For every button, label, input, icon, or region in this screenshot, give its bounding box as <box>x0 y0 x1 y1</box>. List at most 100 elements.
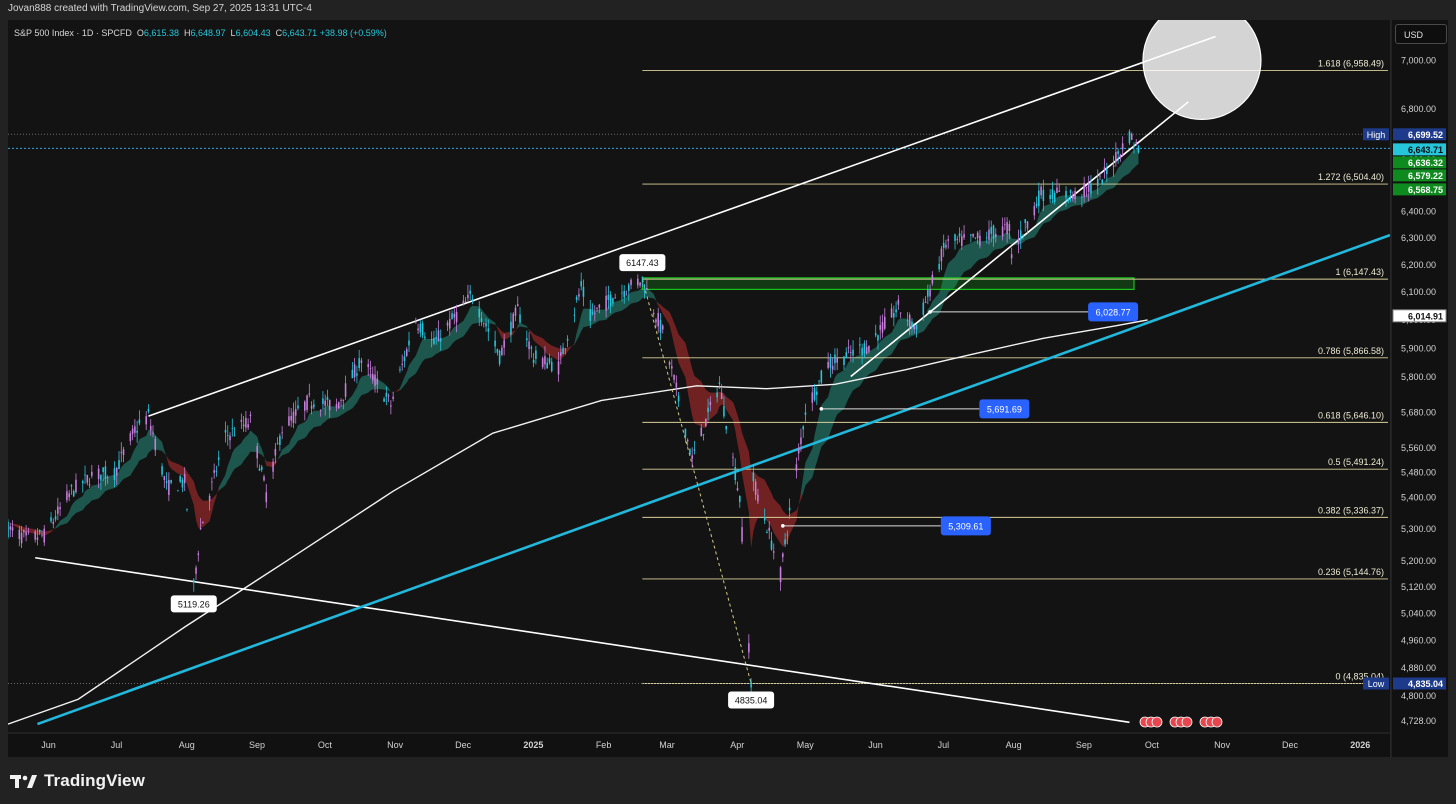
fib-level-label: 0.236 (5,144.76) <box>1318 567 1384 577</box>
candle-body <box>1019 230 1022 241</box>
candle-body <box>306 395 308 410</box>
candle-body <box>661 325 664 330</box>
price-axis-badge-value: 6,579.22 <box>1408 171 1443 181</box>
candle-body <box>720 392 723 400</box>
candle-body <box>487 328 490 332</box>
candle-body <box>233 434 236 436</box>
candle-body <box>1024 219 1027 223</box>
candle-body <box>9 526 12 530</box>
candle-body <box>59 507 61 510</box>
candle-body <box>637 278 639 286</box>
candle-body <box>344 383 347 397</box>
candle-body <box>684 428 687 438</box>
candle-body <box>1106 168 1108 175</box>
candle-body <box>1112 165 1115 167</box>
candle-body <box>1053 192 1056 202</box>
key-level-label: 5119.26 <box>178 599 210 609</box>
candle-body <box>625 294 628 296</box>
y-axis-tick-label: 4,800.00 <box>1401 691 1436 701</box>
symbol-name[interactable]: S&P 500 Index · 1D · SPCFD <box>14 28 132 38</box>
candle-body <box>113 468 116 480</box>
candle-body <box>226 435 229 436</box>
candle-body <box>256 446 259 459</box>
candle-body <box>1056 187 1058 194</box>
candle-body <box>560 352 562 356</box>
candle-body <box>310 405 313 409</box>
price-label-anchor <box>819 407 824 411</box>
candle-body <box>38 529 41 533</box>
candle-body <box>566 338 569 341</box>
candle-body <box>462 300 465 304</box>
y-axis-tick-label: 5,040.00 <box>1401 609 1436 619</box>
candle-body <box>877 335 879 341</box>
candle-body <box>705 418 707 427</box>
open-value: 6,615.38 <box>143 28 179 38</box>
candle-body <box>963 234 965 238</box>
candle-body <box>1038 190 1040 207</box>
price-label-text: 6,028.77 <box>1096 307 1131 317</box>
candle-body <box>673 374 675 380</box>
candle-body <box>940 248 943 262</box>
currency-button[interactable]: USD <box>1395 24 1447 44</box>
candle-body <box>591 312 594 314</box>
candle-body <box>374 374 376 386</box>
candle-body <box>1065 190 1067 198</box>
candle-body <box>1083 182 1085 197</box>
candle-body <box>1004 224 1006 226</box>
candle-body <box>627 284 630 291</box>
candle-body <box>800 437 802 445</box>
candle-body <box>356 373 358 376</box>
candle-body <box>91 471 93 476</box>
candle-body <box>961 236 963 246</box>
candle-body <box>1099 175 1101 177</box>
candle-body <box>199 527 202 530</box>
candle-body <box>163 476 166 481</box>
candle-body <box>279 435 281 445</box>
open-label: O <box>136 28 144 38</box>
candle-body <box>433 337 435 344</box>
candle-body <box>1087 183 1090 192</box>
candle-body <box>383 398 385 402</box>
candle-body <box>1058 190 1061 192</box>
price-label-text: 5,309.61 <box>948 521 983 531</box>
candle-body <box>827 362 829 368</box>
fib-level-label: 0.618 (5,646.10) <box>1318 410 1384 420</box>
candle-body <box>52 521 55 524</box>
candle-body <box>942 242 945 249</box>
candle-body <box>408 340 410 346</box>
candle-body <box>161 466 163 475</box>
candle-body <box>469 290 471 294</box>
candle-body <box>106 477 109 479</box>
y-axis-tick-label: 6,800.00 <box>1401 104 1436 114</box>
candle-body <box>834 354 836 364</box>
y-axis-tick-label: 6,300.00 <box>1401 233 1436 243</box>
candle-body <box>974 237 977 239</box>
economic-event-icon <box>1151 716 1163 728</box>
candle-body <box>929 289 931 297</box>
candle-body <box>34 531 36 540</box>
price-chart[interactable]: 1.618 (6,958.49) 1.272 (6,504.40) 1 (6,147… <box>0 0 1456 804</box>
candle-body <box>367 364 370 368</box>
candle-body <box>122 449 125 455</box>
candle-body <box>115 467 118 476</box>
candle-body <box>609 294 612 307</box>
candle-body <box>1001 226 1004 237</box>
candle-body <box>879 325 882 330</box>
candle-body <box>671 366 673 369</box>
candle-body <box>274 448 277 456</box>
candle-body <box>931 274 934 284</box>
candle-body <box>843 356 845 365</box>
candle-body <box>149 425 152 431</box>
candle-body <box>177 490 179 492</box>
candle-body <box>272 461 274 472</box>
candle-body <box>1069 190 1072 194</box>
candle-body <box>956 239 959 240</box>
candle-body <box>104 466 107 479</box>
brand-footer[interactable]: TradingView <box>10 770 145 792</box>
y-axis-tick-label: 7,000.00 <box>1401 55 1436 65</box>
candle-body <box>1081 196 1083 198</box>
y-axis-tick-label: 5,480.00 <box>1401 468 1436 478</box>
candle-body <box>165 481 168 483</box>
candle-body <box>337 402 340 409</box>
candle-body <box>802 426 805 430</box>
